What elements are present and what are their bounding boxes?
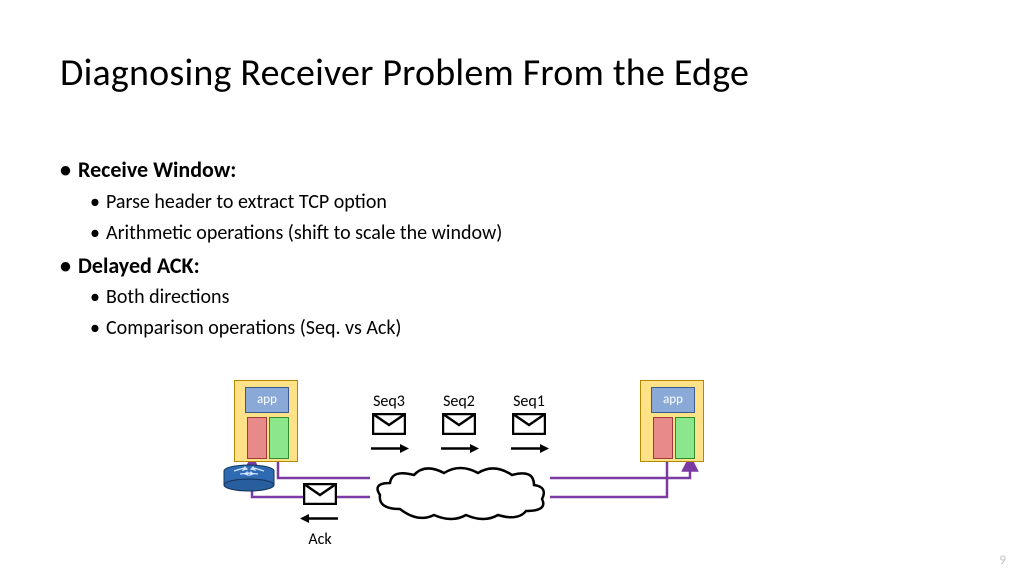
app-label-left: app bbox=[245, 387, 289, 413]
envelope-icon bbox=[442, 413, 476, 435]
rx-buffer-left bbox=[247, 417, 267, 459]
ack-label: Ack bbox=[290, 530, 350, 549]
content: Receive Window: Parse header to extract … bbox=[78, 155, 502, 346]
seq2-label: Seq2 bbox=[422, 392, 496, 411]
bullet-dack: Delayed ACK: bbox=[78, 251, 502, 281]
packet-seq2: Seq2 bbox=[422, 392, 496, 459]
bullet-rwnd-sub2: Arithmetic operations (shift to scale th… bbox=[106, 220, 502, 247]
slide: Diagnosing Receiver Problem From the Edg… bbox=[0, 0, 1024, 576]
bullet-dack-sub2: Comparison operations (Seq. vs Ack) bbox=[106, 315, 502, 342]
bullet-rwnd: Receive Window: bbox=[78, 155, 502, 185]
packet-ack: Ack bbox=[290, 483, 350, 549]
envelope-icon bbox=[303, 483, 337, 505]
host-right: app bbox=[640, 380, 704, 462]
router-icon bbox=[222, 464, 276, 492]
page-title: Diagnosing Receiver Problem From the Edg… bbox=[60, 50, 749, 96]
app-label-right: app bbox=[651, 387, 695, 413]
bullet-dack-sub1: Both directions bbox=[106, 284, 502, 311]
seq3-label: Seq3 bbox=[352, 392, 426, 411]
arrow-right-icon bbox=[439, 443, 479, 454]
tx-buffer-left bbox=[269, 417, 289, 459]
arrow-left-icon bbox=[300, 513, 340, 524]
slide-number: 9 bbox=[999, 553, 1006, 568]
arrow-right-icon bbox=[509, 443, 549, 454]
seq1-label: Seq1 bbox=[492, 392, 566, 411]
envelope-icon bbox=[372, 413, 406, 435]
host-left: app bbox=[234, 380, 298, 462]
rx-buffer-right bbox=[653, 417, 673, 459]
cloud-icon bbox=[370, 465, 550, 521]
envelope-icon bbox=[512, 413, 546, 435]
arrow-right-icon bbox=[369, 443, 409, 454]
network-diagram: app bbox=[220, 380, 780, 560]
tx-buffer-right bbox=[675, 417, 695, 459]
packet-seq1: Seq1 bbox=[492, 392, 566, 459]
bullet-rwnd-sub1: Parse header to extract TCP option bbox=[106, 189, 502, 216]
packet-seq3: Seq3 bbox=[352, 392, 426, 459]
